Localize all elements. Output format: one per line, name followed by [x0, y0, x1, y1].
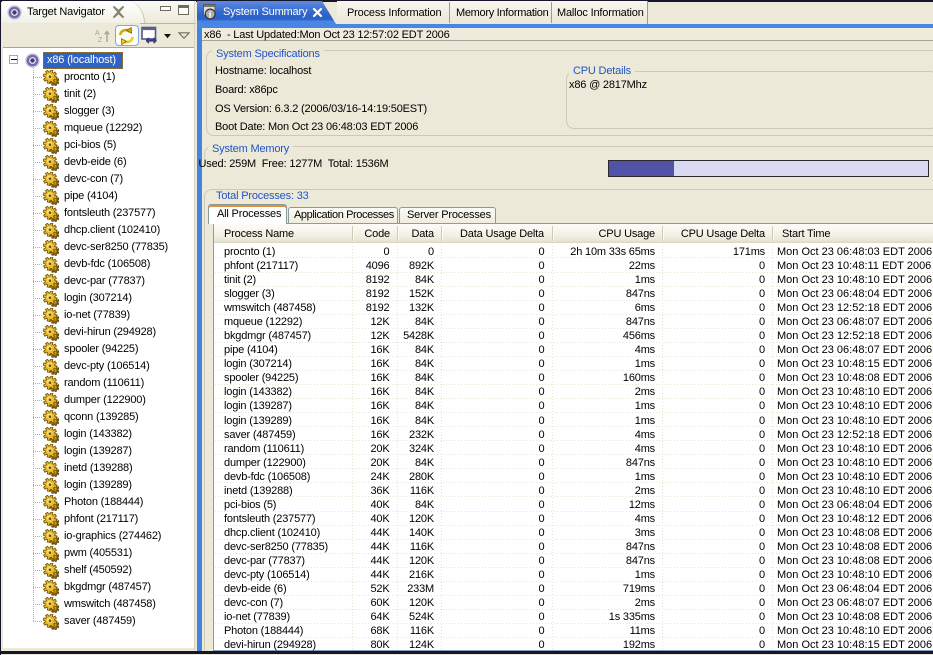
svg-text:A: A	[95, 30, 100, 37]
svg-text:Z: Z	[98, 37, 103, 43]
